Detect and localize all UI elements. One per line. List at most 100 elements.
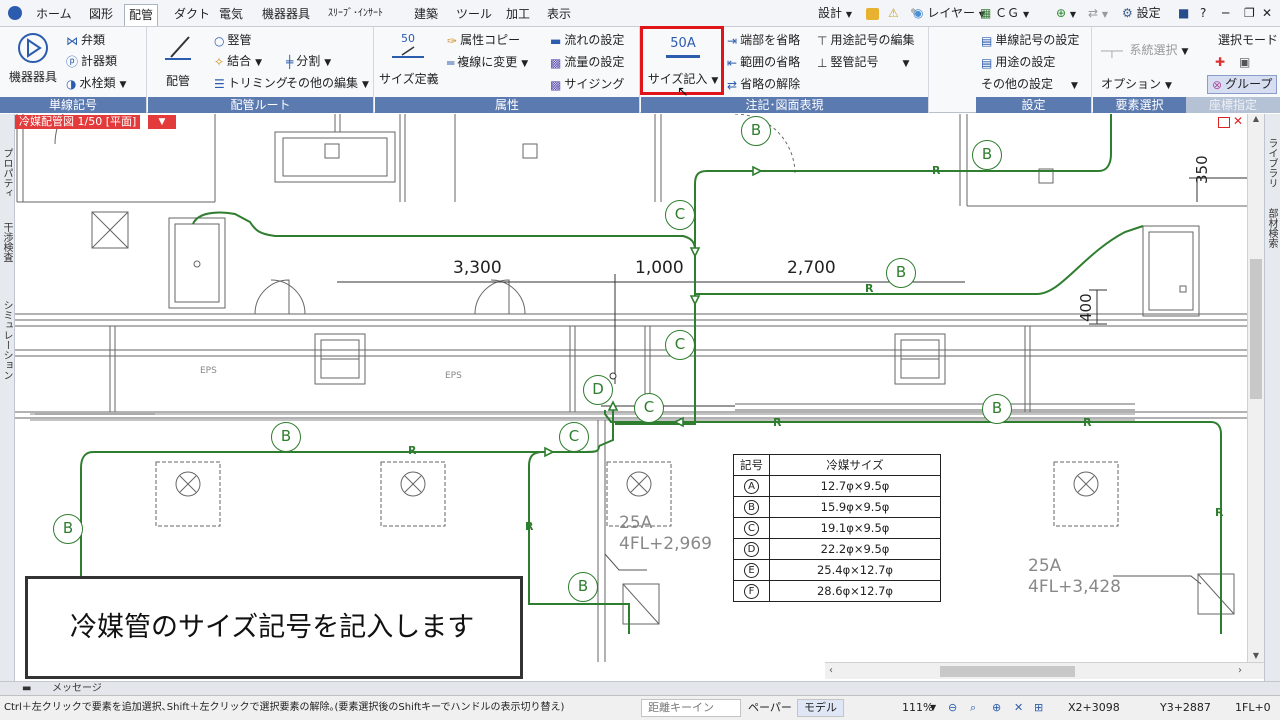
use-symbol-edit-button[interactable]: ⊤ 用途記号の編集 — [817, 32, 914, 49]
message-panel-bar[interactable]: ▬ メッセージ — [0, 681, 1280, 695]
zoom-window-icon[interactable]: ⊕ — [992, 701, 1001, 715]
equipment-button[interactable]: 機器器具 — [6, 31, 60, 85]
close-icon[interactable]: ✕ — [1262, 6, 1272, 20]
vertical-scrollbar[interactable]: ▲ ▼ — [1247, 114, 1264, 662]
view-tab-dropdown[interactable]: ▼ — [148, 115, 176, 129]
zoom-fit-icon[interactable]: ⌕ — [970, 701, 976, 715]
cg-button[interactable]: ▦ ＣＧ ▼ — [980, 6, 1029, 22]
pipe-size-bubble[interactable]: C — [665, 330, 695, 360]
group-select-button[interactable]: ⊗ グループ — [1207, 75, 1278, 94]
other-set-label: その他の設定 — [981, 77, 1054, 91]
trim-button[interactable]: ☰ トリミング — [214, 75, 288, 92]
riser-symbol-label: 竪管記号 — [830, 55, 879, 69]
pipe-size-bubble[interactable]: B — [886, 258, 916, 288]
pipe-size-bubble[interactable]: B — [982, 394, 1012, 424]
pipe-size-bubble[interactable]: C — [559, 422, 589, 452]
pipe-size-bubble[interactable]: C — [665, 200, 695, 230]
tab-equipment[interactable]: 機器器具 — [258, 4, 314, 26]
message-collapse-icon[interactable]: ▬ — [22, 682, 31, 695]
omit-cancel-button[interactable]: ⇄ 省略の解除 — [727, 76, 800, 93]
design-menu[interactable]: 設計 ▼ — [818, 6, 852, 22]
omit-range-button[interactable]: ⇤ 範囲の省略 — [727, 54, 800, 71]
tab-view[interactable]: 表示 — [543, 4, 575, 26]
settings-button[interactable]: ⚙ 設定 — [1122, 6, 1161, 20]
mouse-cursor-icon: ↖ — [677, 84, 689, 100]
horizontal-scroll-thumb[interactable] — [940, 666, 1075, 677]
distance-keyin-input[interactable]: 距離キーイン — [641, 699, 741, 717]
faucet-button[interactable]: ◑ 水栓類 ▼ — [66, 75, 126, 93]
flow-amount-button[interactable]: ▩ 流量の設定 — [550, 54, 624, 71]
riser-symbol-button[interactable]: ⊥ 竪管記号 ▼ — [817, 54, 909, 72]
tab-home[interactable]: ホーム — [32, 4, 76, 26]
simulation-panel-tab[interactable]: シミュレーション — [1, 300, 14, 380]
pipe-size-bubble[interactable]: B — [741, 116, 771, 146]
layer-button[interactable]: ◉ レイヤー ▼ — [913, 6, 985, 22]
flow-set-button[interactable]: ▬ 流れの設定 — [550, 32, 624, 49]
minimize-icon[interactable]: ─ — [1222, 6, 1229, 20]
pipe-button[interactable]: 配管 — [156, 33, 200, 89]
to-double-button[interactable]: ═ 複線に変更 ▼ — [447, 54, 528, 72]
horizontal-scrollbar[interactable]: ‹ › — [825, 662, 1264, 679]
view-restore-icon[interactable] — [1218, 117, 1230, 128]
view-tab[interactable]: 冷媒配管図 1/50 [平面] — [15, 115, 141, 129]
refrigerant-mark: R — [1215, 506, 1224, 519]
restore-icon[interactable]: ❐ — [1244, 6, 1255, 20]
add-icon[interactable]: ⊕ ▼ — [1056, 6, 1076, 22]
option-button[interactable]: オプション ▼ — [1101, 76, 1172, 94]
system-select-button[interactable]: ─┬─ 系統選択 ▼ — [1101, 42, 1188, 60]
split-button[interactable]: ╪ 分割 ▼ — [286, 53, 331, 71]
sizing-button[interactable]: ▩ サイジング — [550, 76, 624, 93]
dim-label-2: 1,000 — [635, 258, 684, 278]
grid-icon[interactable]: ⊞ — [1034, 701, 1043, 715]
select-add-icon[interactable]: ✚ — [1215, 54, 1225, 70]
pipe-size-bubble[interactable]: D — [583, 375, 613, 405]
save-icon[interactable]: ■ — [1178, 6, 1189, 20]
app-logo-icon[interactable] — [8, 6, 22, 20]
scroll-up-icon[interactable]: ▲ — [1248, 114, 1264, 123]
tab-duct[interactable]: ダクト — [170, 4, 214, 26]
paper-tab[interactable]: ペーパー — [748, 701, 792, 715]
scroll-left-icon[interactable]: ‹ — [829, 665, 833, 676]
interference-panel-tab[interactable]: 干渉検査 — [1, 222, 14, 262]
omit-end-button[interactable]: ⇥ 端部を省略 — [727, 32, 800, 49]
pipe-size-bubble[interactable]: B — [972, 140, 1002, 170]
tab-sleeve[interactable]: ｽﾘｰﾌﾞ･ｲﾝｻｰﾄ — [324, 4, 387, 26]
scroll-right-icon[interactable]: › — [1238, 665, 1242, 676]
single-symbol-set-button[interactable]: ▤ 単線記号の設定 — [981, 32, 1079, 49]
model-tab[interactable]: モデル — [797, 699, 844, 717]
snap-icon[interactable]: ✕ — [1014, 701, 1023, 715]
lock-icon[interactable] — [866, 6, 879, 20]
tab-shape[interactable]: 図形 — [85, 4, 117, 26]
select-box-icon[interactable]: ▣ — [1239, 54, 1250, 70]
sync-icon[interactable]: ⇄ ▼ — [1088, 6, 1108, 22]
valve-button[interactable]: ⋈ 弁類 — [66, 32, 105, 49]
meter-button[interactable]: ⓟ 計器類 — [66, 53, 117, 70]
attr-copy-button[interactable]: ✑ 属性コピー — [447, 32, 520, 49]
view-close-icon[interactable]: ✕ — [1233, 114, 1243, 128]
pipe-size-bubble[interactable]: B — [568, 572, 598, 602]
tab-process[interactable]: 加工 — [502, 4, 534, 26]
size-define-button[interactable]: 50 サイズ定義 — [379, 33, 439, 87]
part-search-panel-tab[interactable]: 部材検索 — [1266, 208, 1279, 248]
other-set-button[interactable]: その他の設定 ▼ — [981, 76, 1078, 94]
vertical-scroll-thumb[interactable] — [1250, 259, 1262, 399]
riser-button[interactable]: ○ 竪管 — [214, 32, 252, 49]
pipe-size-bubble[interactable]: B — [271, 422, 301, 452]
help-icon[interactable]: ? — [1200, 6, 1206, 20]
tab-electric[interactable]: 電気 — [215, 4, 247, 26]
library-panel-tab[interactable]: ライブラリ — [1266, 138, 1279, 188]
pipe-level-label-2: 4FL+3,428 — [1028, 577, 1121, 597]
property-panel-tab[interactable]: プロパティ — [1, 148, 14, 198]
tab-piping[interactable]: 配管 — [124, 4, 159, 26]
tab-building[interactable]: 建築 — [410, 4, 442, 26]
zoom-dropdown-icon[interactable]: ▼ — [930, 701, 936, 715]
join-button[interactable]: ✧ 結合 ▼ — [214, 53, 262, 71]
alert-icon[interactable]: ⚠ — [888, 6, 899, 20]
other-edit-button[interactable]: その他の編集 ▼ — [286, 75, 369, 93]
pipe-size-bubble[interactable]: B — [53, 514, 83, 544]
use-set-button[interactable]: ▤ 用途の設定 — [981, 54, 1055, 71]
zoom-out-icon[interactable]: ⊖ — [948, 701, 957, 715]
scroll-down-icon[interactable]: ▼ — [1248, 651, 1264, 660]
pipe-size-bubble[interactable]: C — [634, 393, 664, 423]
tab-tool[interactable]: ツール — [452, 4, 496, 26]
